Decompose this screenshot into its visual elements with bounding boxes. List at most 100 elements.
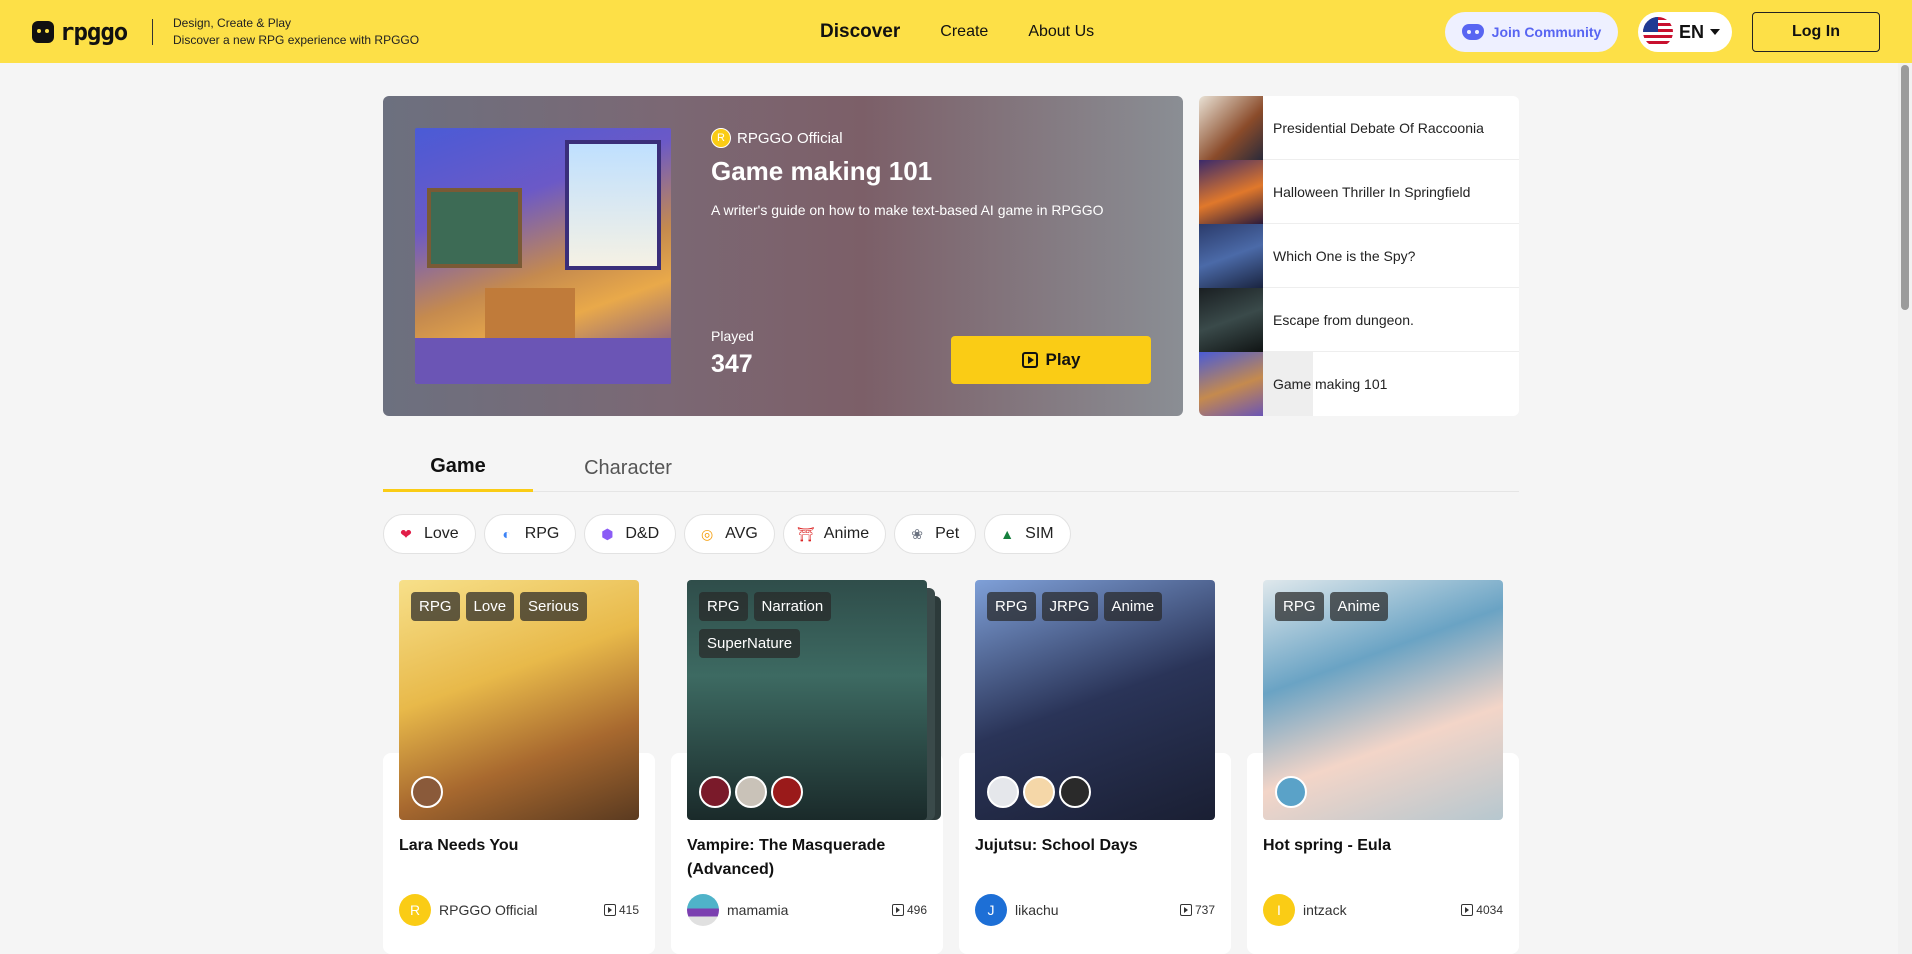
join-community-button[interactable]: Join Community bbox=[1445, 12, 1618, 52]
login-button[interactable]: Log In bbox=[1752, 12, 1880, 52]
author-name[interactable]: RPGGO Official bbox=[439, 902, 604, 918]
chip-avg[interactable]: ◎ AVG bbox=[684, 514, 775, 554]
tab-character[interactable]: Character bbox=[553, 448, 703, 492]
play-label: Play bbox=[1045, 350, 1081, 369]
game-card[interactable]: RPG JRPG Anime Jujutsu: School Days J li… bbox=[959, 580, 1231, 954]
game-card[interactable]: RPG Love Serious Lara Needs You R RPGGO … bbox=[383, 580, 655, 954]
logo-icon bbox=[32, 21, 54, 43]
play-count-value: 4034 bbox=[1476, 903, 1503, 917]
chip-love[interactable]: ❤ Love bbox=[383, 514, 476, 554]
nav-about-us[interactable]: About Us bbox=[1028, 23, 1094, 41]
game-title: Vampire: The Masquerade (Advanced) bbox=[687, 837, 886, 878]
avatar bbox=[1023, 776, 1055, 808]
featured-list-label: Game making 101 bbox=[1263, 352, 1388, 416]
author-name: RPGGO Official bbox=[737, 129, 843, 147]
featured-list-item[interactable]: Presidential Debate Of Raccoonia bbox=[1199, 96, 1519, 160]
author-avatar: R bbox=[711, 128, 731, 148]
chevron-down-icon bbox=[1710, 29, 1721, 35]
tag-list: RPG Narration SuperNature bbox=[699, 592, 909, 658]
avatar bbox=[987, 776, 1019, 808]
chip-label: RPG bbox=[524, 525, 560, 542]
tagline: Design, Create & Play Discover a new RPG… bbox=[173, 15, 419, 49]
tag: Anime bbox=[1103, 592, 1163, 621]
author-name[interactable]: intzack bbox=[1303, 902, 1461, 918]
divider bbox=[152, 19, 153, 45]
author-avatar: R bbox=[399, 894, 431, 926]
play-icon bbox=[1461, 904, 1474, 916]
page-scrollbar[interactable] bbox=[1898, 63, 1912, 954]
featured-list-label: Escape from dungeon. bbox=[1273, 311, 1414, 328]
game-card[interactable]: RPG Narration SuperNature Vampire: The M… bbox=[671, 580, 943, 954]
chip-rpg[interactable]: ◐ RPG bbox=[483, 514, 577, 554]
featured-list-item[interactable]: Game making 101 bbox=[1199, 352, 1519, 416]
featured-description: A writer's guide on how to make text-bas… bbox=[711, 202, 1104, 218]
dice-icon: ⬢ bbox=[601, 525, 614, 542]
tab-game[interactable]: Game bbox=[383, 448, 533, 492]
play-count: 496 bbox=[891, 903, 927, 917]
featured-game-list: Presidential Debate Of Raccoonia Hallowe… bbox=[1199, 96, 1519, 416]
sim-icon: ▲ bbox=[1000, 526, 1015, 542]
avatar bbox=[411, 776, 443, 808]
play-count-value: 496 bbox=[906, 903, 927, 917]
play-count-value: 415 bbox=[618, 903, 639, 917]
featured-list-item[interactable]: Halloween Thriller In Springfield bbox=[1199, 159, 1519, 224]
chip-dnd[interactable]: ⬢ D&D bbox=[584, 514, 677, 554]
tag: Narration bbox=[753, 592, 832, 621]
featured-author[interactable]: R RPGGO Official bbox=[711, 128, 843, 148]
featured-list-item[interactable]: Which One is the Spy? bbox=[1199, 223, 1519, 288]
chip-anime[interactable]: ⛩ Anime bbox=[782, 514, 887, 554]
tag: RPG bbox=[987, 592, 1036, 621]
author-name[interactable]: likachu bbox=[1015, 902, 1180, 918]
play-icon bbox=[603, 904, 616, 916]
thumbnail bbox=[1199, 96, 1263, 160]
thumbnail bbox=[1199, 352, 1263, 416]
play-count: 4034 bbox=[1461, 903, 1503, 917]
tag: Anime bbox=[1329, 592, 1389, 621]
author-name[interactable]: mamamia bbox=[727, 902, 892, 918]
tag: RPG bbox=[411, 592, 460, 621]
author-avatar: I bbox=[1263, 894, 1295, 926]
nav-discover[interactable]: Discover bbox=[820, 21, 900, 43]
chip-label: Pet bbox=[935, 525, 960, 542]
tag: SuperNature bbox=[699, 629, 801, 658]
tag: JRPG bbox=[1041, 592, 1098, 621]
chip-label: AVG bbox=[725, 525, 758, 542]
paw-icon: ❀ bbox=[911, 525, 923, 542]
tag: RPG bbox=[1275, 592, 1324, 621]
play-count: 737 bbox=[1179, 903, 1215, 917]
language-selector[interactable]: EN bbox=[1638, 12, 1732, 52]
compass-icon: ◎ bbox=[701, 525, 714, 542]
character-avatars bbox=[987, 776, 1091, 808]
featured-game-banner: R RPGGO Official Game making 101 A write… bbox=[383, 96, 1183, 416]
game-card[interactable]: RPG Anime Hot spring - Eula I intzack 40… bbox=[1247, 580, 1519, 954]
chip-label: SIM bbox=[1025, 525, 1054, 542]
character-avatars bbox=[411, 776, 443, 808]
thumbnail bbox=[1199, 287, 1263, 352]
tag: RPG bbox=[699, 592, 748, 621]
chip-pet[interactable]: ❀ Pet bbox=[894, 514, 977, 554]
nav-create[interactable]: Create bbox=[940, 23, 988, 41]
scrollbar-thumb[interactable] bbox=[1901, 65, 1909, 310]
play-count-value: 737 bbox=[1194, 903, 1215, 917]
join-community-label: Join Community bbox=[1491, 24, 1602, 40]
logo-text: rpggo bbox=[60, 18, 128, 46]
play-button[interactable]: Play bbox=[951, 336, 1151, 384]
game-title: Hot spring - Eula bbox=[1263, 837, 1391, 854]
play-count: 415 bbox=[603, 903, 639, 917]
logo[interactable]: rpggo bbox=[32, 18, 128, 46]
game-title: Lara Needs You bbox=[399, 837, 519, 854]
chip-label: Love bbox=[424, 525, 459, 542]
top-header: rpggo Design, Create & Play Discover a n… bbox=[0, 0, 1912, 63]
featured-list-item[interactable]: Escape from dungeon. bbox=[1199, 287, 1519, 352]
character-avatars bbox=[1275, 776, 1307, 808]
featured-game-image[interactable] bbox=[415, 128, 671, 384]
tag-list: RPG Love Serious bbox=[411, 592, 621, 621]
discord-icon bbox=[1461, 24, 1484, 40]
play-icon bbox=[1179, 904, 1192, 916]
tag: Love bbox=[465, 592, 515, 621]
featured-list-label: Presidential Debate Of Raccoonia bbox=[1273, 119, 1484, 136]
chip-sim[interactable]: ▲ SIM bbox=[984, 514, 1071, 554]
avatar bbox=[1275, 776, 1307, 808]
card-footer: R RPGGO Official 415 bbox=[399, 894, 639, 926]
author-avatar: J bbox=[975, 894, 1007, 926]
